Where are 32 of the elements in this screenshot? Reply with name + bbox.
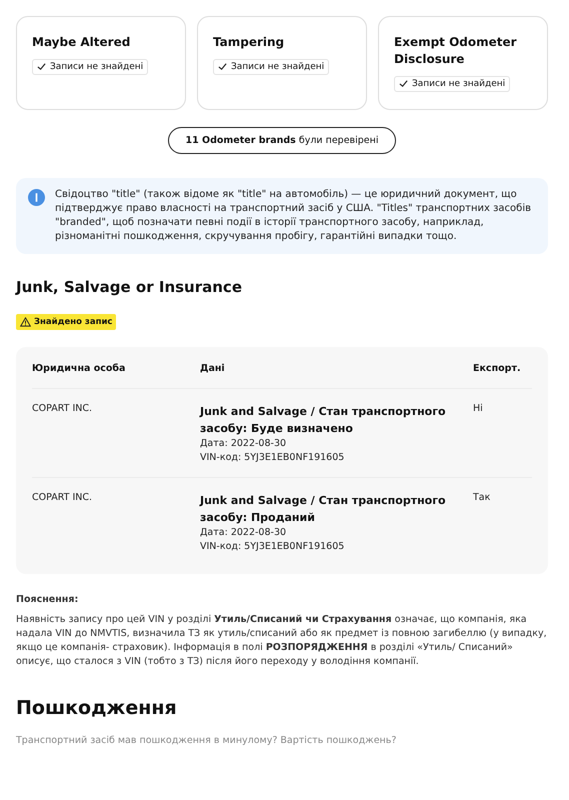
explanation-text: Наявність запису про цей VIN у розділі Утиль/Списаний чи Страхування означає, що компанія, яка надала VIN до NMVTIS, визначила ТЗ як утиль/списаний або як предмет із повною загибеллю (у випадку, якщо це компанія- страховик). Інформація в полі РОЗПОРЯДЖЕННЯ в розділі «Утиль/ Списаний» описує, що сталося з VIN (тобто з ТЗ) після його переходу у володіння компанії. [16, 613, 548, 669]
warning-icon [20, 317, 31, 327]
card-title: Maybe Altered [32, 34, 132, 51]
info-text: Свідоцтво "title" (також відоме як "title" на автомобіль) — це юридичний документ, що підтверджує право власності на транспортний засіб у США. "Titles" транспортних засобів "branded", щоб позначати певні події в історії транспортного засобу, наприклад, різноманітні пошкодження, скручування пробігу, гарантійні випадки тощо. [55, 188, 532, 244]
record-date: Дата: 2022-08-30 [200, 437, 288, 451]
column-header: Юридична особа [32, 363, 126, 374]
explanation-heading: Пояснення: [16, 594, 80, 605]
damage-title: Пошкодження [16, 697, 178, 719]
status-tag: Записи не знайдені [394, 76, 510, 92]
column-header: Експорт. [473, 363, 522, 374]
status-tag: Записи не знайдені [213, 58, 330, 74]
table-cell-text: COPART INC. [32, 492, 94, 505]
table-cell-text: COPART INC. [32, 403, 94, 416]
record-date: Дата: 2022-08-30 [200, 526, 288, 540]
table-cell-text: Так [473, 492, 492, 505]
check-icon [37, 62, 46, 71]
card-title: Exempt Odometer Disclosure [394, 34, 518, 68]
record-title: Junk and Salvage / Стан транспортного засобу: Проданий [200, 493, 447, 526]
table-cell-text: Ні [473, 403, 484, 416]
section-title: Junk, Salvage or Insurance [16, 278, 243, 296]
record-title: Junk and Salvage / Стан транспортного засобу: Буде визначено [200, 404, 447, 437]
brands-pill: 11 Odometer brands були перевірені [168, 127, 396, 154]
record-vin: VIN-код: 5YJ3E1EB0NF191605 [200, 451, 346, 465]
info-icon [28, 189, 45, 206]
status-tag: Записи не знайдені [32, 58, 148, 74]
check-icon [218, 62, 227, 71]
damage-subtitle: Транспортний засіб мав пошкодження в минулому? Вартість пошкоджень? [16, 735, 398, 746]
card-title: Tampering [213, 34, 286, 51]
found-badge: Знайдено запис [16, 314, 116, 330]
check-icon [399, 79, 408, 88]
column-header: Дані [200, 363, 226, 374]
record-vin: VIN-код: 5YJ3E1EB0NF191605 [200, 540, 346, 554]
